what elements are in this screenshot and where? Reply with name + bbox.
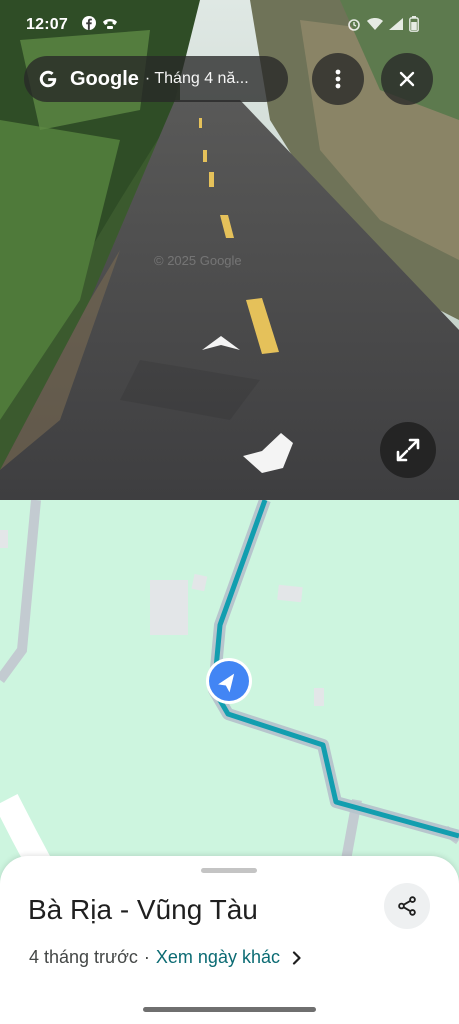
facebook-icon [82, 16, 96, 30]
building [150, 580, 188, 635]
system-icons [347, 16, 419, 32]
more-options-button[interactable] [312, 53, 364, 105]
capture-age: 4 tháng trước [29, 947, 138, 967]
place-bottom-sheet[interactable]: Bà Rịa - Vũng Tàu 4 tháng trước · Xem ng… [0, 856, 459, 1024]
building [191, 573, 208, 592]
route-casing [208, 500, 459, 842]
expand-icon [396, 438, 420, 462]
building [314, 688, 324, 706]
current-location-marker[interactable] [206, 658, 252, 704]
wifi-icon [367, 18, 383, 30]
capture-date-text: Tháng 4 nă... [154, 70, 249, 87]
chevron-right-icon[interactable] [292, 950, 302, 965]
close-button[interactable] [381, 53, 433, 105]
drag-handle[interactable] [201, 868, 257, 873]
road [0, 500, 41, 683]
status-time: 12:07 [26, 16, 68, 33]
capture-info: 4 tháng trước · Xem ngày khác [29, 947, 302, 968]
copyright-watermark: © 2025 Google [154, 253, 242, 268]
capture-date: · Tháng 4 nă... [144, 70, 249, 87]
provider-name: Google [70, 67, 139, 90]
place-title: Bà Rịa - Vũng Tàu [28, 894, 258, 925]
gesture-home-bar[interactable] [143, 1007, 316, 1012]
building [0, 530, 8, 548]
more-vert-icon [335, 69, 341, 89]
close-icon [399, 71, 415, 87]
share-icon [398, 896, 416, 916]
google-g-icon [36, 67, 60, 91]
other-dates-link[interactable]: Xem ngày khác [156, 947, 280, 968]
building [277, 584, 303, 603]
street-view-panorama[interactable]: © 2025 Google 12:07 Google · Tháng 4 nă.… [0, 0, 459, 500]
call-icon [103, 19, 117, 29]
fullscreen-button[interactable] [380, 422, 436, 478]
alarm-icon [348, 19, 360, 31]
street-view-info-pill[interactable]: Google · Tháng 4 nă... [24, 56, 288, 102]
share-button[interactable] [384, 883, 430, 929]
battery-icon [409, 16, 419, 32]
signal-icon [389, 18, 403, 30]
notification-icons [82, 16, 118, 30]
separator-dot: · [143, 947, 150, 967]
status-bar: 12:07 [0, 0, 459, 52]
